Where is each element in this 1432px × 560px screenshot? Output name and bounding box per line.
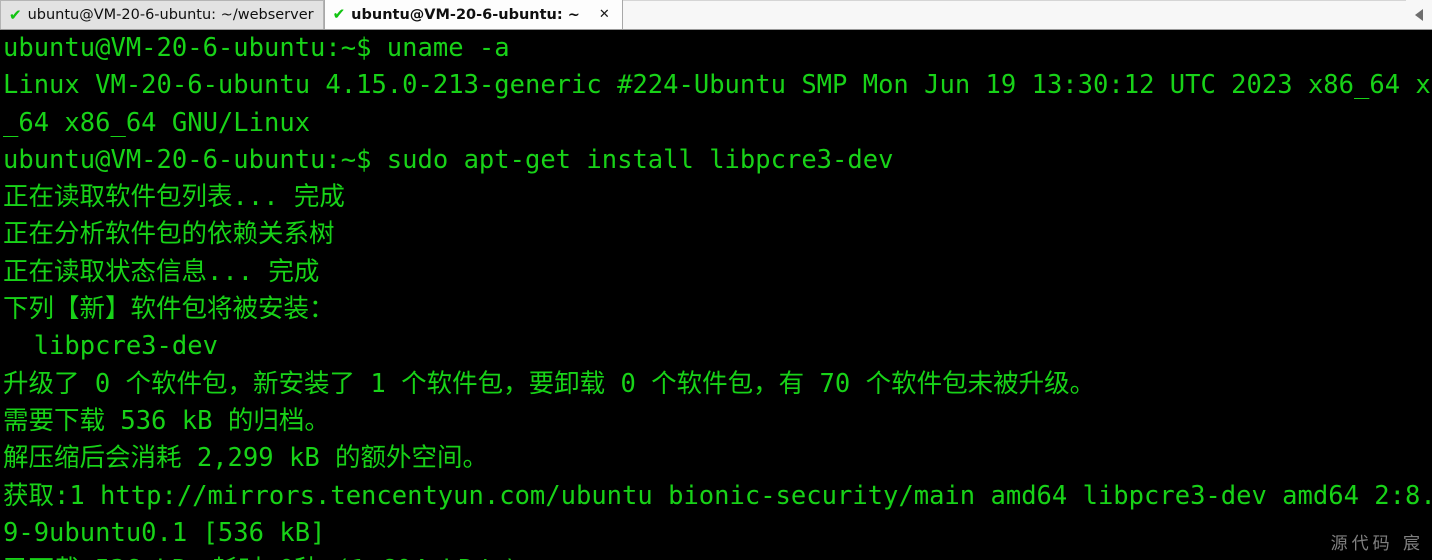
terminal-tab-bar: ✔ ubuntu@VM-20-6-ubuntu: ~/webserver ✔ u… <box>0 0 1432 30</box>
terminal-line: _64 x86_64 GNU/Linux <box>3 107 311 138</box>
terminal-line: ubuntu@VM-20-6-ubuntu:~$ sudo apt-get in… <box>3 144 894 175</box>
tab-home[interactable]: ✔ ubuntu@VM-20-6-ubuntu: ~ ✕ <box>323 0 623 29</box>
tab-webserver[interactable]: ✔ ubuntu@VM-20-6-ubuntu: ~/webserver <box>0 0 324 29</box>
terminal-line: 获取:1 http://mirrors.tencentyun.com/ubunt… <box>3 480 1432 511</box>
terminal-line-list: ubuntu@VM-20-6-ubuntu:~$ uname -a Linux V… <box>3 30 1432 560</box>
terminal-line: 正在读取软件包列表... 完成 <box>3 182 345 213</box>
terminal-line: 已下载 536 kB，耗时 0秒 (1,604 kB/s) <box>3 552 1432 560</box>
tab-bar-empty-area <box>622 0 1406 29</box>
terminal-line: 升级了 0 个软件包，新安装了 1 个软件包，要卸载 0 个软件包，有 70 个… <box>3 368 1096 399</box>
terminal-output-area[interactable]: ubuntu@VM-20-6-ubuntu:~$ uname -a Linux V… <box>0 30 1432 560</box>
terminal-line: 下列【新】软件包将被安装： <box>3 294 335 325</box>
tab-label: ubuntu@VM-20-6-ubuntu: ~ <box>351 6 580 23</box>
terminal-line: 正在分析软件包的依赖关系树 <box>3 219 335 250</box>
tab-scroll-left-icon[interactable] <box>1406 0 1432 29</box>
terminal-line: 9-9ubuntu0.1 [536 kB] <box>3 517 326 548</box>
left-triangle-icon <box>1415 8 1423 21</box>
check-icon: ✔ <box>332 5 346 23</box>
terminal-line: 正在读取状态信息... 完成 <box>3 256 320 287</box>
terminal-line: Linux VM-20-6-ubuntu 4.15.0-213-generic … <box>3 70 1432 101</box>
terminal-line: 解压缩后会消耗 2,299 kB 的额外空间。 <box>3 443 489 474</box>
check-icon: ✔ <box>9 5 22 24</box>
terminal-line: libpcre3-dev <box>3 331 218 362</box>
terminal-line: 需要下载 536 kB 的归档。 <box>3 405 330 436</box>
terminal-line: ubuntu@VM-20-6-ubuntu:~$ uname -a <box>3 33 510 63</box>
close-icon[interactable]: ✕ <box>596 7 613 22</box>
tab-label: ubuntu@VM-20-6-ubuntu: ~/webserver <box>27 7 314 23</box>
watermark-text: 源代码 宸 <box>1330 534 1424 554</box>
